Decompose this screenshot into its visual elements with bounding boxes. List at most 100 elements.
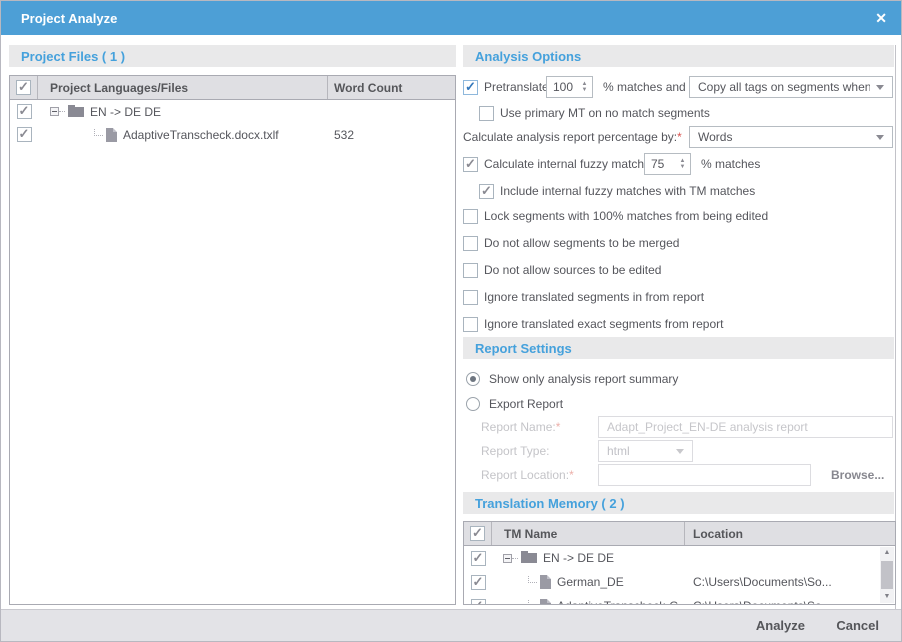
cancel-button[interactable]: Cancel bbox=[836, 618, 879, 633]
spinner-down-icon[interactable]: ▼ bbox=[680, 164, 686, 170]
tm-name-label: German_DE bbox=[557, 575, 624, 589]
tree-connector bbox=[94, 128, 103, 136]
row-checkbox[interactable]: ✓ bbox=[17, 127, 32, 142]
project-files-table-header: ✓ Project Languages/Files Word Count bbox=[10, 76, 455, 100]
check-icon: ✓ bbox=[473, 598, 484, 606]
scrollbar-thumb[interactable] bbox=[881, 561, 893, 589]
tag-copy-dropdown[interactable]: Copy all tags on segments when t bbox=[689, 76, 893, 98]
pretranslate-match-spinner[interactable]: 100 ▲ ▼ bbox=[546, 76, 593, 98]
percentage-by-label: Calculate analysis report percentage by: bbox=[463, 130, 677, 144]
tm-row-file[interactable]: ✓ German_DE C:\Users\Documents\So... bbox=[464, 570, 895, 594]
tm-row-folder[interactable]: ✓ EN -> DE DE bbox=[464, 546, 895, 570]
row-checkbox[interactable]: ✓ bbox=[471, 599, 486, 606]
project-files-table: ✓ Project Languages/Files Word Count ✓ E… bbox=[9, 75, 456, 605]
project-files-title: Project Files ( 1 ) bbox=[21, 49, 125, 64]
ignore-exact-checkbox[interactable]: ✓ bbox=[463, 317, 478, 332]
percentage-by-dropdown[interactable]: Words bbox=[689, 126, 893, 148]
required-asterisk: * bbox=[569, 468, 574, 482]
analysis-options-section-header: Analysis Options bbox=[463, 45, 894, 67]
translation-memory-table: ✓ TM Name Location ✓ EN -> DE DE bbox=[463, 521, 896, 605]
use-primary-mt-row: ✓ Use primary MT on no match segments bbox=[463, 101, 893, 125]
lock-segments-label[interactable]: Lock segments with 100% matches from bei… bbox=[484, 209, 768, 223]
export-radio-label[interactable]: Export Report bbox=[489, 397, 563, 411]
column-header-location: Location bbox=[685, 522, 895, 545]
pretranslate-match-value[interactable]: 100 bbox=[547, 77, 577, 97]
scroll-down-icon[interactable]: ▼ bbox=[884, 591, 891, 603]
no-source-edit-label[interactable]: Do not allow sources to be edited bbox=[484, 263, 661, 277]
lock-segments-row: ✓ Lock segments with 100% matches from b… bbox=[463, 204, 893, 228]
tree-collapse-icon[interactable] bbox=[503, 554, 512, 563]
pretranslate-label[interactable]: Pretranslate bbox=[484, 80, 549, 94]
internal-fuzzy-checkbox[interactable]: ✓ bbox=[463, 157, 478, 172]
row-name-cell: AdaptiveTranscheck.docx.txlf bbox=[38, 128, 328, 142]
file-icon bbox=[540, 575, 551, 589]
ignore-translated-label[interactable]: Ignore translated segments in from repor… bbox=[484, 290, 704, 304]
internal-fuzzy-spinner[interactable]: 75 ▲ ▼ bbox=[644, 153, 691, 175]
pretranslate-checkbox[interactable]: ✓ bbox=[463, 80, 478, 95]
use-primary-mt-checkbox[interactable]: ✓ bbox=[479, 106, 494, 121]
select-all-files-checkbox[interactable]: ✓ bbox=[16, 80, 31, 95]
no-merge-checkbox[interactable]: ✓ bbox=[463, 236, 478, 251]
folder-icon bbox=[68, 107, 84, 117]
folder-icon bbox=[521, 553, 537, 563]
row-checkbox[interactable]: ✓ bbox=[471, 551, 486, 566]
check-icon: ✓ bbox=[18, 79, 29, 95]
column-header-word-count: Word Count bbox=[328, 76, 455, 99]
spinner-buttons: ▲ ▼ bbox=[577, 77, 592, 97]
chevron-down-icon bbox=[876, 85, 884, 90]
location-value: C:\Users\Documents\So... bbox=[685, 599, 895, 605]
no-source-edit-checkbox[interactable]: ✓ bbox=[463, 263, 478, 278]
spinner-buttons: ▲ ▼ bbox=[675, 154, 690, 174]
no-merge-label[interactable]: Do not allow segments to be merged bbox=[484, 236, 679, 250]
ignore-translated-row: ✓ Ignore translated segments in from rep… bbox=[463, 285, 893, 309]
table-row-folder[interactable]: ✓ EN -> DE DE bbox=[10, 100, 455, 123]
include-internal-fuzzy-label[interactable]: Include internal fuzzy matches with TM m… bbox=[500, 184, 755, 198]
select-all-tm-checkbox[interactable]: ✓ bbox=[470, 526, 485, 541]
analyze-button[interactable]: Analyze bbox=[756, 618, 805, 633]
ignore-translated-checkbox[interactable]: ✓ bbox=[463, 290, 478, 305]
check-icon: ✓ bbox=[465, 79, 476, 95]
word-count-value: 532 bbox=[328, 128, 455, 142]
tree-collapse-icon[interactable] bbox=[50, 107, 59, 116]
translation-memory-section-header: Translation Memory ( 2 ) bbox=[463, 492, 894, 514]
include-internal-fuzzy-checkbox[interactable]: ✓ bbox=[479, 184, 494, 199]
folder-label: EN -> DE DE bbox=[90, 105, 161, 119]
internal-fuzzy-value[interactable]: 75 bbox=[645, 154, 675, 174]
row-checkbox[interactable]: ✓ bbox=[17, 104, 32, 119]
report-type-label: Report Type: bbox=[481, 444, 549, 458]
required-asterisk: * bbox=[677, 130, 682, 144]
tree-connector bbox=[512, 558, 518, 559]
close-icon[interactable]: ✕ bbox=[875, 9, 887, 27]
location-value: C:\Users\Documents\So... bbox=[685, 575, 895, 589]
row-checkbox[interactable]: ✓ bbox=[471, 575, 486, 590]
export-radio[interactable] bbox=[466, 397, 480, 411]
tm-scrollbar[interactable]: ▲ ▼ bbox=[880, 547, 894, 603]
tm-table-header: ✓ TM Name Location bbox=[464, 522, 895, 546]
tm-header-checkbox-cell: ✓ bbox=[464, 522, 492, 545]
row-checkbox-cell: ✓ bbox=[464, 575, 492, 590]
check-icon: ✓ bbox=[481, 183, 492, 199]
check-icon: ✓ bbox=[465, 156, 476, 172]
report-name-input: Adapt_Project_EN-DE analysis report bbox=[598, 416, 893, 438]
required-asterisk: * bbox=[556, 420, 561, 434]
summary-radio-label[interactable]: Show only analysis report summary bbox=[489, 372, 678, 386]
footer-bar: Analyze Cancel bbox=[1, 609, 901, 641]
tm-row-file[interactable]: ✓ AdaptiveTranscheck-G... C:\Users\Docum… bbox=[464, 594, 895, 605]
tree-connector bbox=[59, 111, 65, 112]
summary-radio[interactable] bbox=[466, 372, 480, 386]
check-icon: ✓ bbox=[19, 103, 30, 119]
spinner-down-icon[interactable]: ▼ bbox=[582, 87, 588, 93]
translation-memory-title: Translation Memory ( 2 ) bbox=[475, 496, 625, 511]
ignore-exact-label[interactable]: Ignore translated exact segments from re… bbox=[484, 317, 723, 331]
internal-fuzzy-label[interactable]: Calculate internal fuzzy matches bbox=[484, 157, 657, 171]
tm-name-label: AdaptiveTranscheck-G... bbox=[557, 599, 685, 605]
file-icon bbox=[540, 599, 551, 605]
percentage-by-value: Words bbox=[698, 130, 732, 144]
internal-fuzzy-row: ✓ Calculate internal fuzzy matches 75 ▲ … bbox=[463, 152, 893, 176]
scroll-up-icon[interactable]: ▲ bbox=[884, 547, 891, 559]
table-row-file[interactable]: ✓ AdaptiveTranscheck.docx.txlf 532 bbox=[10, 123, 455, 146]
lock-segments-checkbox[interactable]: ✓ bbox=[463, 209, 478, 224]
row-name-cell: German_DE bbox=[492, 575, 685, 589]
row-checkbox-cell: ✓ bbox=[464, 551, 492, 566]
use-primary-mt-label[interactable]: Use primary MT on no match segments bbox=[500, 106, 710, 120]
